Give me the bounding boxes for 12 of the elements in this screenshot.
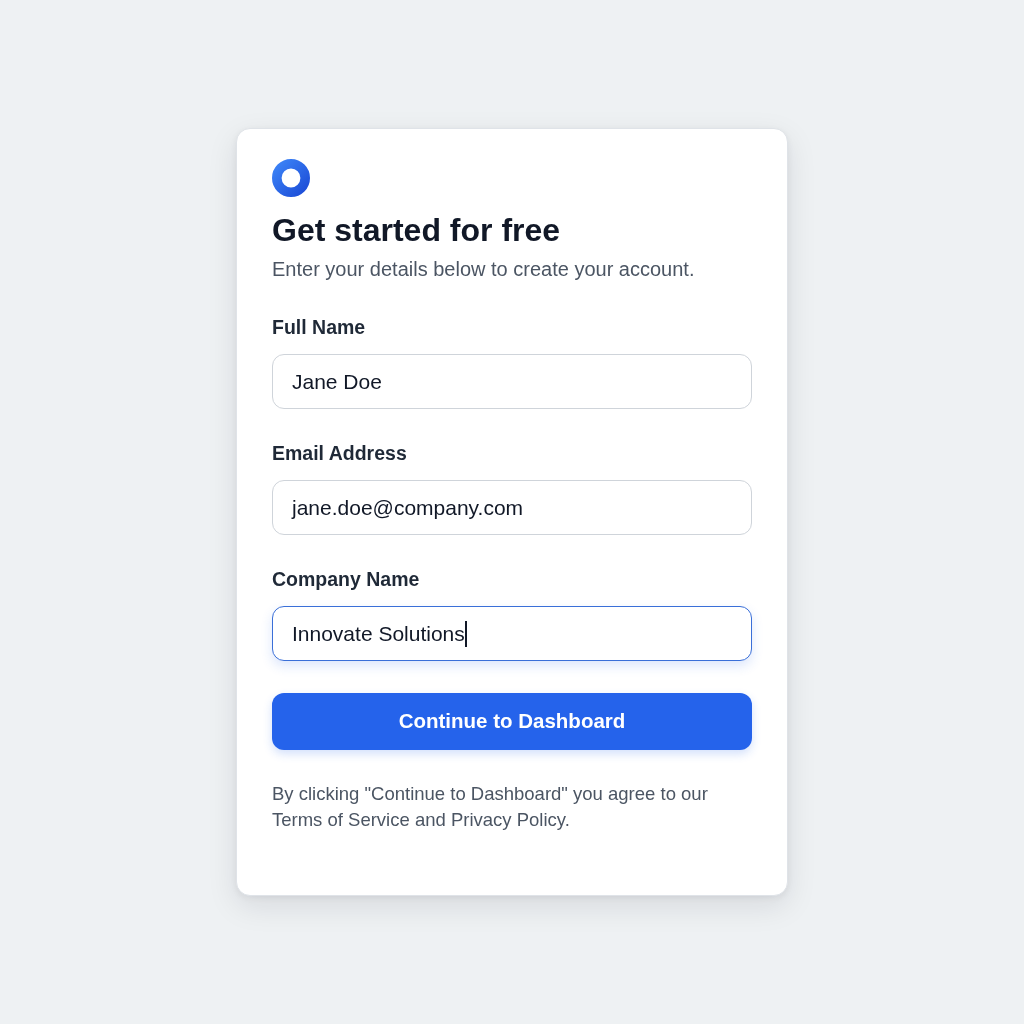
text-cursor-icon bbox=[464, 620, 467, 647]
terms-text: By clicking "Continue to Dashboard" you agree to our Terms of Service and Privacy Policy. bbox=[272, 782, 709, 832]
form-title: Get started for free bbox=[272, 211, 562, 250]
input-field[interactable]: jane.doe@company.com bbox=[272, 480, 752, 535]
field-label: Full Name bbox=[272, 315, 367, 340]
field-label: Email Address bbox=[272, 441, 408, 466]
ring-logo-icon bbox=[272, 159, 310, 197]
continue-button[interactable]: Continue to Dashboard bbox=[272, 693, 752, 750]
input-field[interactable]: Innovate Solutions bbox=[272, 606, 752, 661]
input-field[interactable]: Jane Doe bbox=[272, 354, 752, 409]
field-label: Company Name bbox=[272, 567, 421, 592]
form-subtitle: Enter your details below to create your account. bbox=[272, 257, 696, 282]
